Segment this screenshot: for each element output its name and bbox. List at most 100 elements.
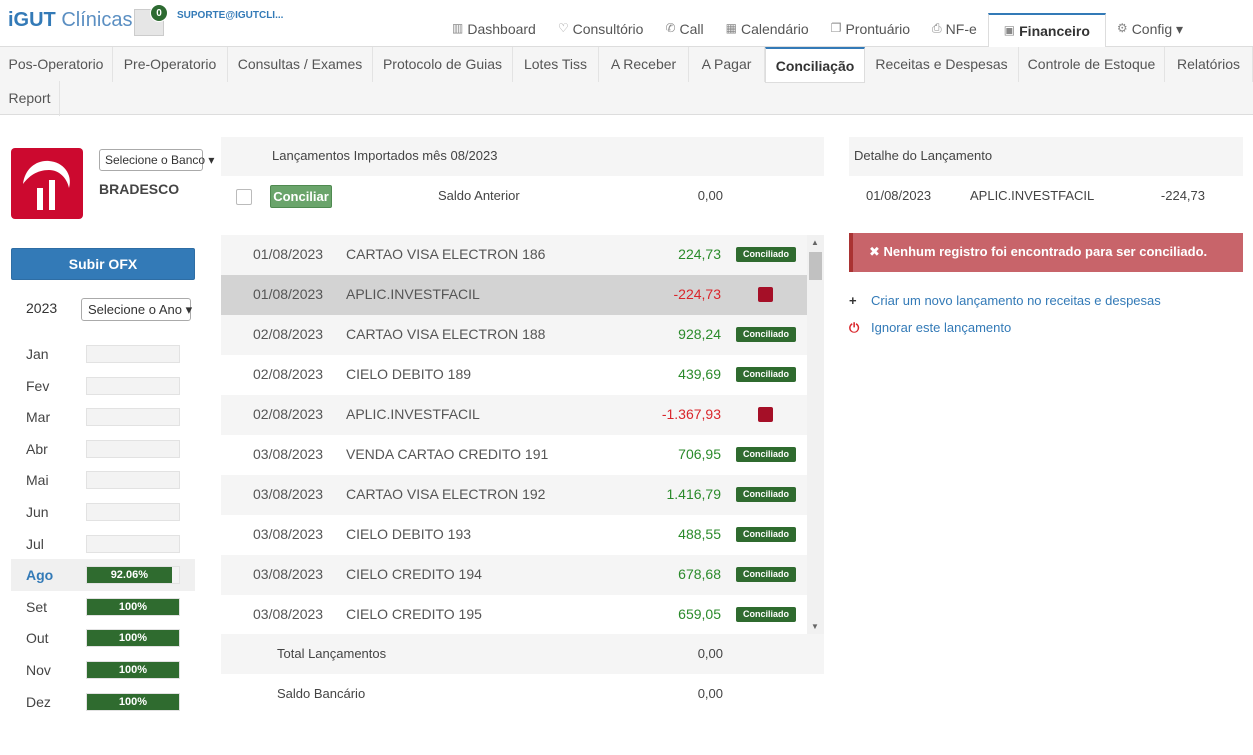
nfe-icon: ⎙ — [932, 21, 942, 35]
entry-date: 02/08/2023 — [253, 326, 324, 342]
entry-date: 03/08/2023 — [253, 566, 324, 582]
entry-value: 928,24 — [678, 326, 721, 342]
month-row-ago[interactable]: Ago 92.06% — [11, 559, 195, 592]
nav-prontuario[interactable]: ❐ Prontuário — [820, 13, 921, 47]
total-label: Total Lançamentos — [277, 646, 387, 661]
conciliado-badge: Conciliado — [736, 447, 796, 462]
entry-date: 01/08/2023 — [253, 246, 324, 262]
tab-relatorios[interactable]: Relatórios — [1165, 47, 1253, 82]
tab-conciliacao[interactable]: Conciliação — [765, 47, 865, 83]
nav-label: Dashboard — [467, 21, 536, 37]
upload-ofx-button[interactable]: Subir OFX — [11, 248, 195, 280]
power-icon: ⏻ — [849, 320, 860, 335]
saldo-anterior-value: 0,00 — [697, 188, 723, 203]
total-row: Total Lançamentos 0,00 — [221, 634, 824, 674]
month-row-set[interactable]: Set 100% — [11, 591, 195, 623]
entry-row[interactable]: 03/08/2023 CARTAO VISA ELECTRON 192 1.416,… — [221, 475, 807, 515]
tab-pre-operatorio[interactable]: Pre-Operatorio — [113, 47, 228, 82]
entry-description: CIELO CREDITO 194 — [346, 566, 482, 582]
imported-entries-header: Lançamentos Importados mês 08/2023 — [221, 137, 824, 176]
select-all-checkbox[interactable] — [236, 189, 252, 205]
pending-status-icon[interactable] — [758, 287, 773, 302]
nav-consultorio[interactable]: ♡ Consultório — [547, 13, 655, 47]
nav-dashboard[interactable]: ▥ Dashboard — [441, 13, 547, 47]
nav-label: Consultório — [572, 21, 644, 37]
month-progress-bar: 100% — [86, 692, 180, 711]
month-progress-fill: 100% — [87, 662, 179, 678]
month-name: Fev — [26, 377, 50, 394]
nav-nfe[interactable]: ⎙ NF-e — [921, 13, 988, 47]
saldo-anterior-label: Saldo Anterior — [438, 188, 520, 203]
tab-consultas-exames[interactable]: Consultas / Exames — [228, 47, 373, 82]
entry-description: CARTAO VISA ELECTRON 188 — [346, 326, 546, 342]
create-entry-label: Criar um novo lançamento no receitas e d… — [871, 293, 1161, 308]
month-row-nov[interactable]: Nov 100% — [11, 654, 195, 686]
scroll-down-icon[interactable]: ▼ — [811, 622, 819, 631]
entry-row[interactable]: 03/08/2023 VENDA CARTAO CREDITO 191 706,95… — [221, 435, 807, 475]
entry-row[interactable]: 03/08/2023 CIELO CREDITO 194 678,68 Concili… — [221, 555, 807, 595]
nav-label: Call — [679, 21, 704, 37]
scroll-up-icon[interactable]: ▲ — [811, 238, 819, 247]
entry-description: CARTAO VISA ELECTRON 192 — [346, 486, 546, 502]
app-logo[interactable]: iGUT Clínicas — [8, 9, 132, 32]
scroll-thumb[interactable] — [809, 252, 822, 280]
month-row-jun[interactable]: Jun — [11, 496, 195, 528]
conciliar-button[interactable]: Conciliar — [270, 185, 332, 208]
pending-status-icon[interactable] — [758, 407, 773, 422]
month-row-mai[interactable]: Mai — [11, 464, 195, 496]
nav-financeiro[interactable]: ▣ Financeiro — [987, 13, 1106, 48]
tab-report[interactable]: Report — [0, 81, 60, 116]
entry-row[interactable]: 01/08/2023 APLIC.INVESTFACIL -224,73 — [221, 275, 807, 315]
bradesco-logo — [11, 148, 83, 219]
entry-value: 659,05 — [678, 606, 721, 622]
nav-config[interactable]: ⚙ Config ▾ — [1106, 13, 1194, 47]
month-name: Mar — [26, 409, 51, 426]
entry-value: 678,68 — [678, 566, 721, 582]
conciliado-badge: Conciliado — [736, 327, 796, 342]
entry-date: 03/08/2023 — [253, 606, 324, 622]
month-row-abr[interactable]: Abr — [11, 433, 195, 465]
tab-controle-de-estoque[interactable]: Controle de Estoque — [1019, 47, 1165, 82]
notification-badge[interactable]: 0 — [150, 4, 168, 22]
entry-description: CIELO CREDITO 195 — [346, 606, 482, 622]
entry-date: 03/08/2023 — [253, 446, 324, 462]
tab-protocolo-de-guias[interactable]: Protocolo de Guias — [373, 47, 513, 82]
entry-row[interactable]: 03/08/2023 CIELO CREDITO 195 659,05 Concili… — [221, 595, 807, 634]
tab-receitas-e-despesas[interactable]: Receitas e Despesas — [865, 47, 1019, 82]
nav-calendario[interactable]: ▦ Calendário — [715, 13, 820, 47]
entries-scrollbar[interactable]: ▲ ▼ — [807, 235, 824, 634]
year-select[interactable]: Selecione o Ano ▾ — [81, 298, 192, 321]
month-name: Jul — [26, 535, 44, 552]
entry-row[interactable]: 01/08/2023 CARTAO VISA ELECTRON 186 224,73… — [221, 235, 807, 275]
entry-row[interactable]: 02/08/2023 APLIC.INVESTFACIL -1.367,93 — [221, 395, 807, 435]
month-progress-bar — [86, 503, 180, 521]
month-row-out[interactable]: Out 100% — [11, 622, 195, 654]
user-name[interactable]: SUPORTE@IGUTCLI... — [177, 10, 283, 21]
tab-a-pagar[interactable]: A Pagar — [689, 47, 765, 82]
month-progress-fill: 100% — [87, 598, 179, 615]
tab-pos-operatorio[interactable]: Pos-Operatorio — [0, 47, 113, 82]
tab-lotes-tiss[interactable]: Lotes Tiss — [513, 47, 599, 82]
plus-icon: + — [849, 293, 857, 308]
tab-a-receber[interactable]: A Receber — [599, 47, 689, 82]
month-row-mar[interactable]: Mar — [11, 401, 195, 433]
financeiro-icon: ▣ — [1003, 23, 1016, 37]
ignore-entry-link[interactable]: ⏻ Ignorar este lançamento — [849, 320, 1011, 336]
entry-description: CIELO DEBITO 193 — [346, 526, 472, 542]
month-row-jul[interactable]: Jul — [11, 528, 195, 560]
nav-call[interactable]: ✆ Call — [654, 13, 714, 47]
entry-row[interactable]: 03/08/2023 CIELO DEBITO 193 488,55 Concilia… — [221, 515, 807, 555]
month-name: Dez — [26, 693, 51, 710]
ignore-entry-label: Ignorar este lançamento — [871, 320, 1012, 335]
create-entry-link[interactable]: + Criar um novo lançamento no receitas e … — [849, 293, 1161, 308]
bank-select[interactable]: Selecione o Banco ▾ — [99, 149, 214, 171]
entry-value: 224,73 — [678, 246, 721, 262]
month-progress-bar — [86, 439, 180, 458]
month-row-fev[interactable]: Fev — [11, 370, 195, 402]
entry-row[interactable]: 02/08/2023 CARTAO VISA ELECTRON 188 928,24… — [221, 315, 807, 355]
entry-row[interactable]: 02/08/2023 CIELO DEBITO 189 439,69 Concilia… — [221, 355, 807, 395]
dashboard-icon: ▥ — [452, 21, 464, 35]
month-row-dez[interactable]: Dez 100% — [11, 686, 195, 718]
month-row-jan[interactable]: Jan — [11, 338, 195, 370]
month-name: Nov — [26, 662, 51, 678]
